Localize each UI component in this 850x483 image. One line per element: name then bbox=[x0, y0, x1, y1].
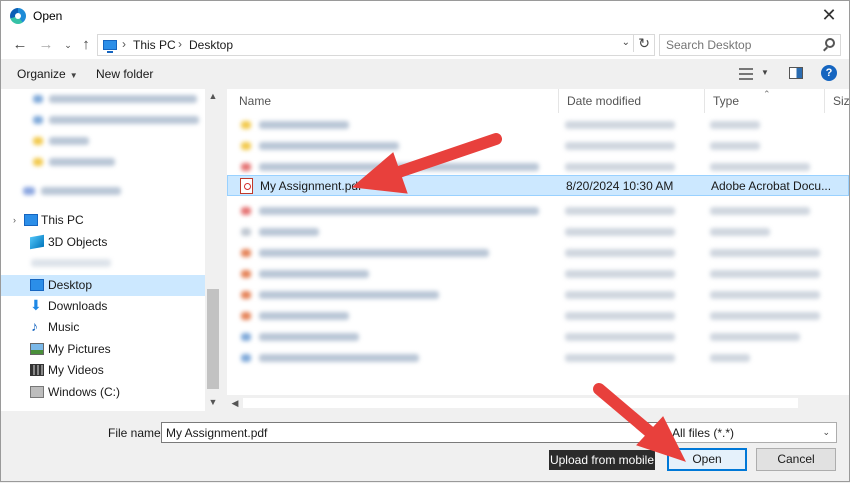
file-name-input[interactable] bbox=[161, 422, 661, 443]
view-options-icon[interactable] bbox=[739, 68, 753, 80]
nav-label: My Videos bbox=[48, 363, 104, 377]
this-pc-icon bbox=[24, 214, 38, 226]
nav-item-this-pc[interactable]: › This PC bbox=[1, 210, 205, 231]
pdf-file-icon bbox=[240, 178, 253, 194]
new-folder-button[interactable]: New folder bbox=[96, 67, 153, 81]
dialog-title: Open bbox=[33, 9, 63, 23]
file-list[interactable]: Name ⌃ Date modified Type Size My Assign… bbox=[227, 89, 850, 411]
recent-chevron-down-icon[interactable]: ⌄ bbox=[59, 35, 77, 55]
breadcrumb-this-pc[interactable]: This PC bbox=[133, 38, 176, 52]
up-arrow-icon[interactable]: ↑ bbox=[77, 35, 95, 55]
nav-scrollbar[interactable]: ▲ ▼ bbox=[205, 89, 221, 411]
nav-label: This PC bbox=[41, 213, 84, 227]
hscroll-thumb[interactable] bbox=[243, 398, 798, 408]
nav-label: Windows (C:) bbox=[48, 385, 121, 399]
open-button[interactable]: Open bbox=[667, 448, 747, 471]
organize-button[interactable]: Organize ▼ bbox=[17, 67, 78, 81]
address-bar[interactable]: › This PC › Desktop ⌄ ↻ bbox=[97, 34, 655, 56]
help-icon[interactable]: ? bbox=[821, 65, 837, 81]
address-row: ← → ⌄ ↑ › This PC › Desktop ⌄ ↻ bbox=[1, 31, 849, 59]
scroll-up-icon[interactable]: ▲ bbox=[205, 91, 221, 101]
desktop-icon bbox=[30, 279, 44, 291]
file-type-select[interactable]: All files (*.*) ⌄ bbox=[665, 422, 837, 443]
scroll-left-icon[interactable]: ◀ bbox=[227, 398, 243, 409]
cube-icon bbox=[30, 234, 44, 250]
nav-label: Music bbox=[48, 320, 80, 334]
nav-item-downloads[interactable]: ⬇ Downloads bbox=[1, 296, 205, 317]
organize-label: Organize bbox=[17, 67, 66, 81]
nav-label: 3D Objects bbox=[48, 235, 108, 249]
forward-arrow-icon[interactable]: → bbox=[37, 35, 55, 55]
open-dialog: Open ✕ ← → ⌄ ↑ › This PC › Desktop ⌄ ↻ O… bbox=[0, 0, 850, 482]
drive-icon bbox=[30, 386, 44, 398]
file-row-my-assignment[interactable]: My Assignment.pdf 8/20/2024 10:30 AM Ado… bbox=[227, 175, 849, 196]
column-header-name[interactable]: Name bbox=[231, 89, 559, 113]
nav-item-my-pictures[interactable]: My Pictures bbox=[1, 339, 205, 360]
search-icon[interactable] bbox=[825, 38, 835, 48]
column-header-type[interactable]: Type bbox=[705, 89, 825, 113]
nav-label: Desktop bbox=[48, 278, 93, 292]
nav-item-music[interactable]: ♪ Music bbox=[1, 317, 205, 338]
search-input[interactable] bbox=[660, 35, 810, 55]
scroll-down-icon[interactable]: ▼ bbox=[205, 397, 221, 407]
column-header-size[interactable]: Size bbox=[825, 89, 850, 113]
title-bar: Open ✕ bbox=[1, 1, 849, 31]
organize-caret-icon: ▼ bbox=[69, 71, 78, 80]
nav-label: My Pictures bbox=[48, 342, 111, 356]
this-pc-icon bbox=[103, 40, 117, 53]
column-header-date[interactable]: Date modified bbox=[559, 89, 705, 113]
search-box[interactable] bbox=[659, 34, 841, 56]
close-icon[interactable]: ✕ bbox=[819, 5, 839, 26]
pictures-icon bbox=[30, 343, 44, 355]
nav-item-windows-c[interactable]: Windows (C:) bbox=[1, 382, 205, 403]
cancel-button[interactable]: Cancel bbox=[756, 448, 836, 471]
download-icon: ⬇ bbox=[30, 297, 42, 313]
expand-chevron-icon[interactable]: › bbox=[13, 210, 16, 231]
nav-item-desktop[interactable]: Desktop bbox=[1, 275, 205, 296]
breadcrumb-desktop[interactable]: Desktop bbox=[189, 38, 233, 52]
nav-label: Downloads bbox=[48, 299, 108, 313]
preview-pane-icon[interactable] bbox=[789, 67, 803, 79]
file-date: 8/20/2024 10:30 AM bbox=[566, 179, 674, 193]
nav-scroll-thumb[interactable] bbox=[207, 289, 219, 389]
file-list-hscrollbar[interactable]: ◀ bbox=[227, 395, 849, 411]
refresh-icon[interactable]: ↻ bbox=[633, 35, 650, 52]
back-arrow-icon[interactable]: ← bbox=[11, 35, 29, 55]
file-type-value: All files (*.*) bbox=[672, 426, 735, 440]
file-name: My Assignment.pdf bbox=[260, 179, 362, 193]
nav-item-my-videos[interactable]: My Videos bbox=[1, 360, 205, 381]
nav-item-3d-objects[interactable]: 3D Objects bbox=[1, 232, 205, 253]
videos-icon bbox=[30, 364, 44, 376]
navigation-pane[interactable]: › This PC 3D Objects Desktop ⬇ Downloads… bbox=[1, 89, 221, 411]
command-toolbar: Organize ▼ New folder ▼ ? bbox=[1, 59, 849, 89]
file-type: Adobe Acrobat Docu... bbox=[711, 179, 832, 193]
music-icon: ♪ bbox=[31, 318, 38, 334]
file-name-label: File name: bbox=[108, 426, 165, 440]
view-options-caret-icon[interactable]: ▼ bbox=[761, 68, 769, 77]
upload-from-mobile-tooltip: Upload from mobile bbox=[549, 450, 655, 470]
edge-app-icon bbox=[10, 8, 26, 24]
breadcrumb-separator-icon[interactable]: › bbox=[178, 37, 182, 51]
chevron-down-icon: ⌄ bbox=[822, 427, 830, 437]
breadcrumb-separator-icon[interactable]: › bbox=[122, 37, 126, 51]
address-dropdown-icon[interactable]: ⌄ bbox=[622, 37, 630, 48]
